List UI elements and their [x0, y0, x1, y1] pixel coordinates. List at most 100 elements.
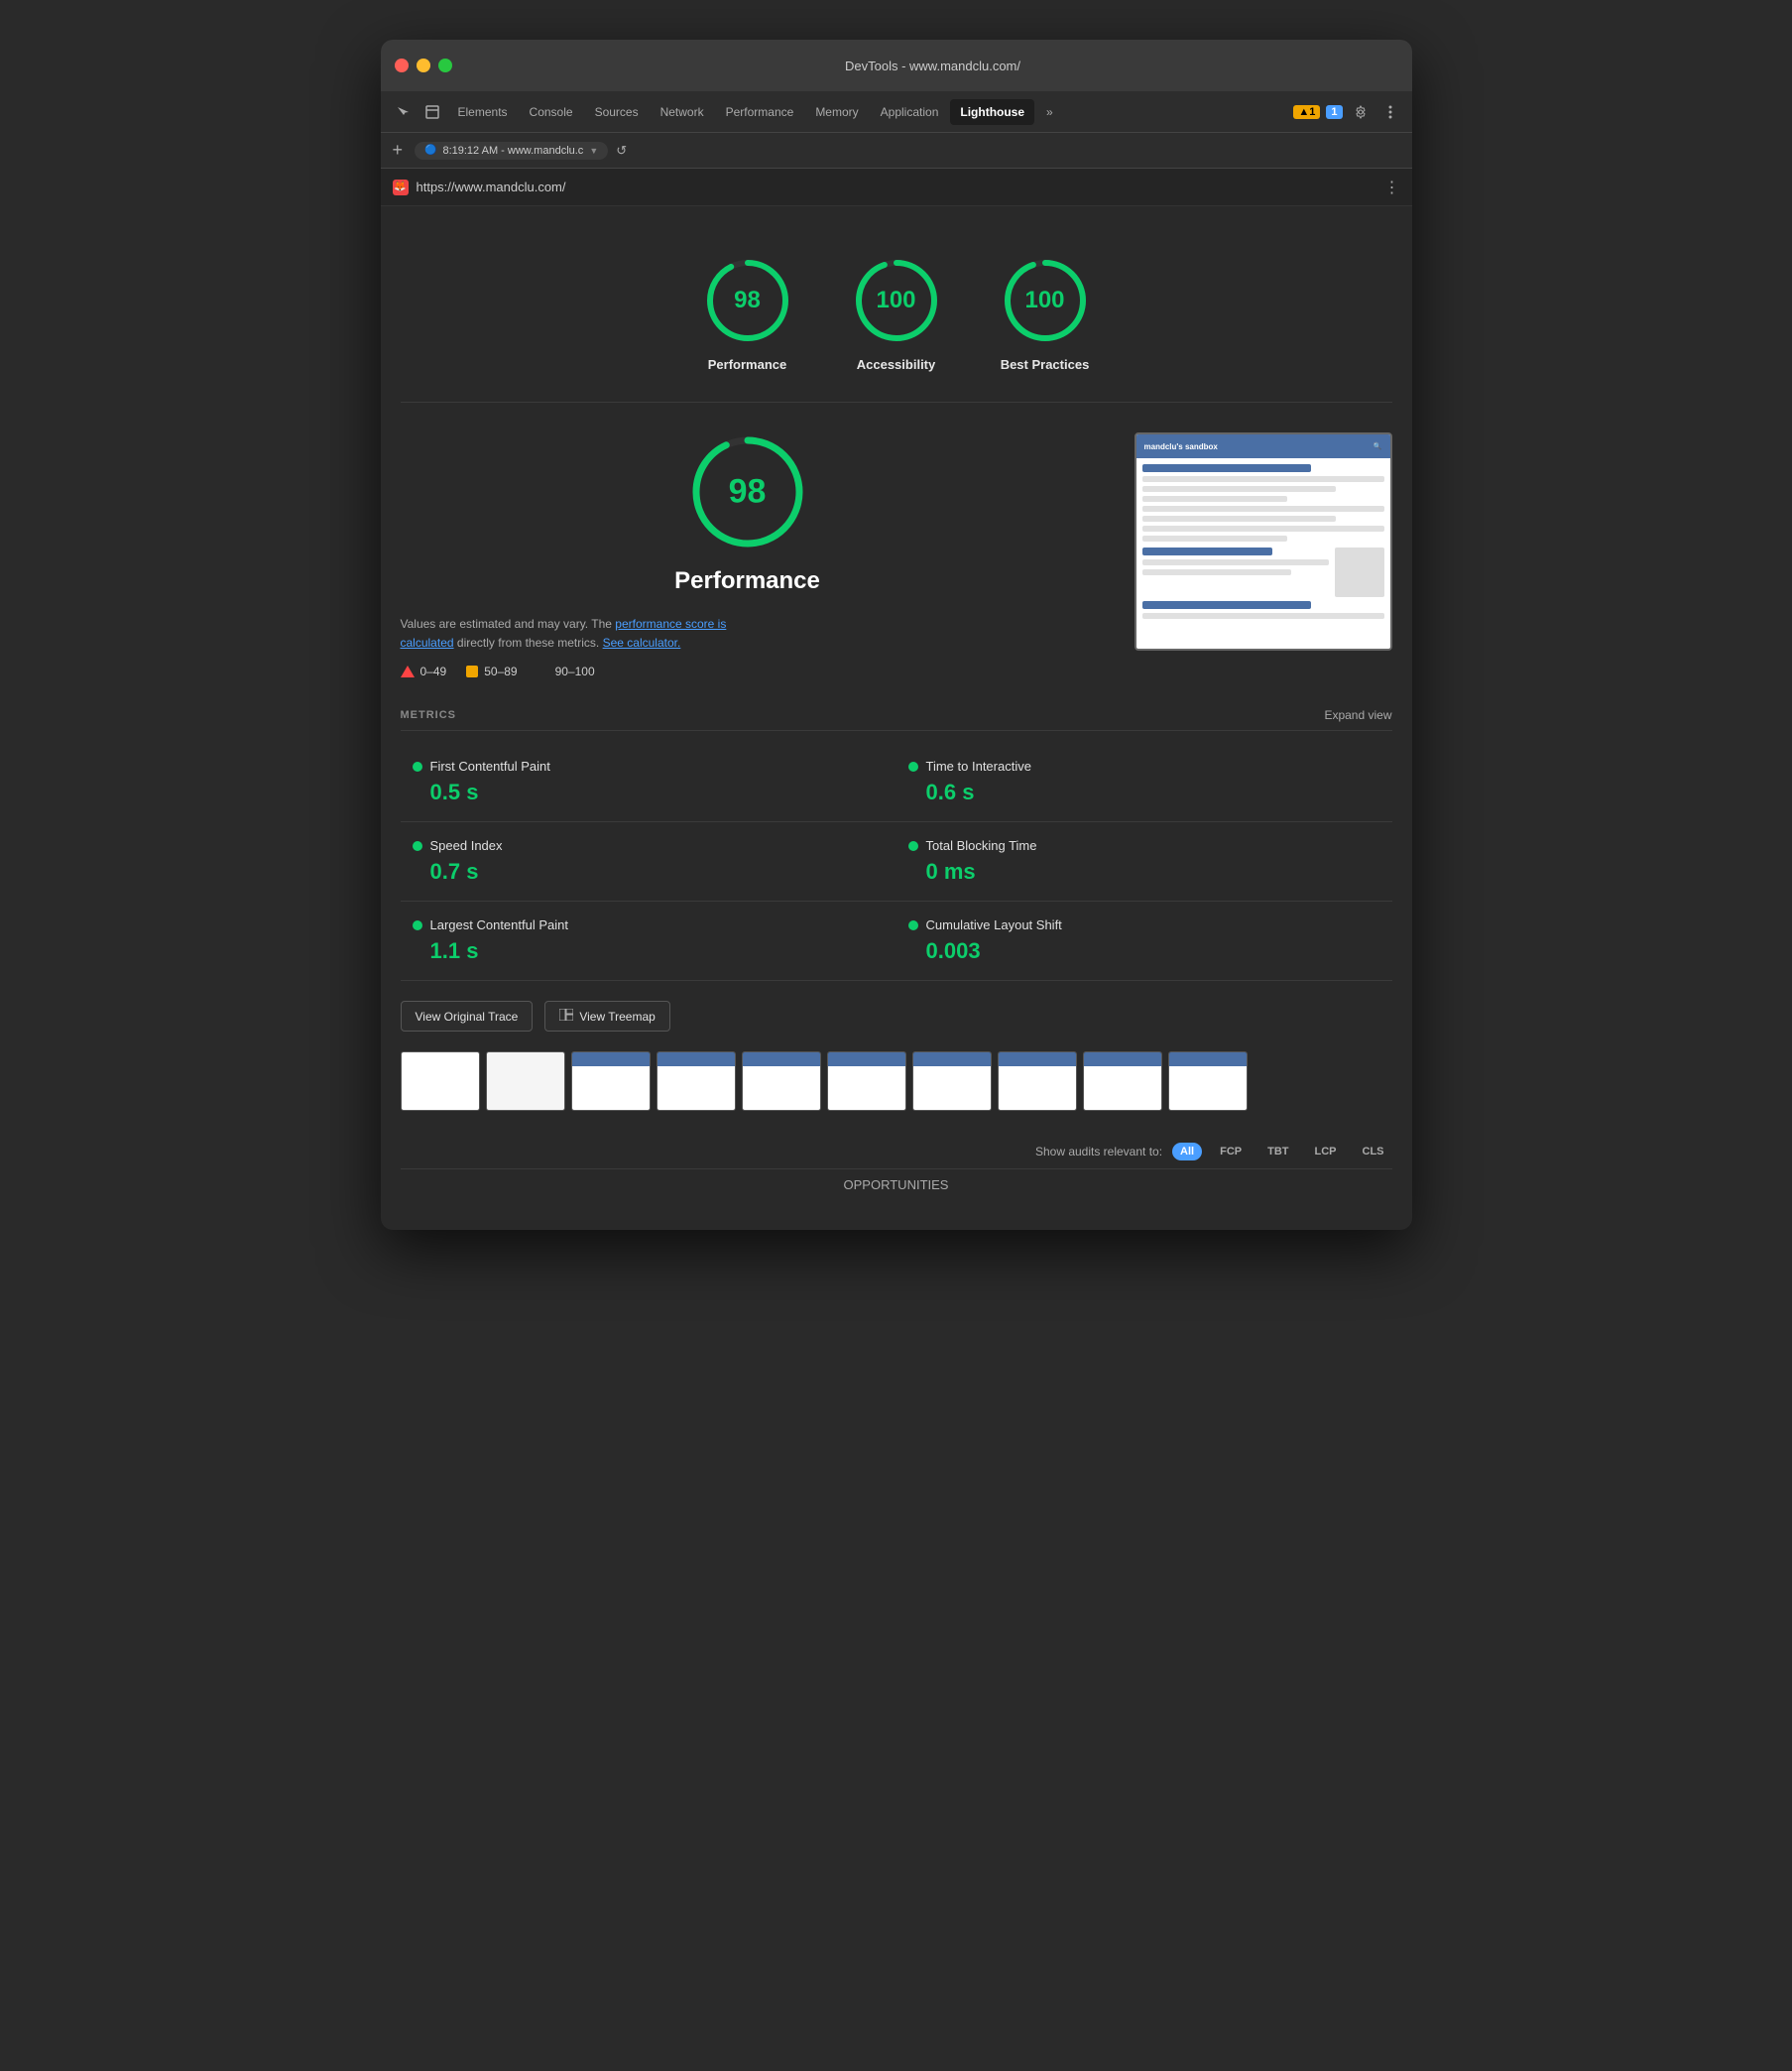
mockup-article-line1 [1142, 559, 1329, 565]
performance-description: Values are estimated and may vary. The p… [401, 615, 758, 653]
large-score-circle: 98 [688, 432, 807, 551]
dock-icon[interactable] [418, 98, 446, 126]
perf-desc-mid: directly from these metrics. [457, 636, 599, 650]
metric-si-dot [413, 841, 422, 851]
more-options-icon[interactable] [1376, 98, 1404, 126]
score-label-performance: Performance [708, 357, 786, 372]
metric-tbt: Total Blocking Time 0 ms [896, 822, 1392, 902]
tab-sources[interactable]: Sources [585, 99, 649, 125]
score-number-performance: 98 [734, 287, 761, 314]
scores-section: 98 Performance 100 Accessibility [401, 236, 1392, 403]
metric-tbt-name-row: Total Blocking Time [908, 838, 1380, 853]
tab-application[interactable]: Application [871, 99, 949, 125]
reload-button[interactable]: ↺ [616, 143, 627, 159]
view-trace-button[interactable]: View Original Trace [401, 1001, 534, 1032]
metric-si: Speed Index 0.7 s [401, 822, 896, 902]
perf-calculator-link[interactable]: See calculator. [603, 636, 681, 650]
score-item-performance: 98 Performance [703, 256, 792, 372]
metrics-header: METRICS Expand view [401, 708, 1392, 731]
audit-filter-label: Show audits relevant to: [1035, 1145, 1162, 1158]
metric-tti-label: Time to Interactive [926, 759, 1031, 774]
legend-fail-range: 0–49 [420, 665, 447, 678]
legend-item-fail: 0–49 [401, 665, 447, 678]
metric-tbt-dot [908, 841, 918, 851]
new-tab-button[interactable]: + [389, 140, 408, 161]
pass-icon [538, 666, 549, 677]
tab-network[interactable]: Network [651, 99, 714, 125]
filmstrip-frame-9 [1083, 1051, 1162, 1111]
screenshot-preview: mandclu's sandbox 🔍 [1135, 432, 1392, 651]
metrics-title: METRICS [401, 709, 457, 721]
mockup-line-8 [1142, 536, 1287, 542]
metric-si-name-row: Speed Index [413, 838, 885, 853]
mockup-article2-line [1142, 613, 1384, 619]
metric-si-label: Speed Index [430, 838, 503, 853]
minimize-button[interactable] [417, 59, 430, 72]
score-circle-performance: 98 [703, 256, 792, 345]
mockup-line-6 [1142, 516, 1336, 522]
performance-large-circle-area: 98 Performance [401, 432, 1095, 595]
browser-tab[interactable]: 🔵 8:19:12 AM - www.mandclu.c ▼ [415, 142, 608, 160]
devtools-tab-bar: Elements Console Sources Network Perform… [381, 91, 1412, 133]
tab-favicon: 🔵 [424, 145, 436, 156]
treemap-icon [559, 1009, 573, 1024]
metric-tti-value: 0.6 s [908, 780, 1380, 805]
maximize-button[interactable] [438, 59, 452, 72]
filmstrip-frame-5 [742, 1051, 821, 1111]
metric-cls-dot [908, 920, 918, 930]
score-item-accessibility: 100 Accessibility [852, 256, 941, 372]
metric-lcp-label: Largest Contentful Paint [430, 917, 568, 932]
metric-tti-dot [908, 762, 918, 772]
tab-memory[interactable]: Memory [805, 99, 868, 125]
score-circle-best-practices: 100 [1001, 256, 1090, 345]
tab-elements[interactable]: Elements [448, 99, 518, 125]
filmstrip-frame-1 [401, 1051, 480, 1111]
filmstrip-frame-7 [912, 1051, 992, 1111]
opportunities-label: OPPORTUNITIES [844, 1177, 949, 1192]
score-label-accessibility: Accessibility [857, 357, 936, 372]
close-button[interactable] [395, 59, 409, 72]
filter-tbt-button[interactable]: TBT [1259, 1143, 1296, 1160]
metric-fcp-value: 0.5 s [413, 780, 885, 805]
tab-lighthouse[interactable]: Lighthouse [950, 99, 1034, 125]
performance-title: Performance [674, 567, 820, 595]
mockup-header: mandclu's sandbox 🔍 [1136, 434, 1390, 458]
tab-dropdown-icon[interactable]: ▼ [589, 146, 598, 156]
url-bar: 🦊 https://www.mandclu.com/ ⋮ [381, 169, 1412, 206]
score-item-best-practices: 100 Best Practices [1001, 256, 1090, 372]
more-tabs-button[interactable]: » [1036, 99, 1063, 125]
metric-fcp-dot [413, 762, 422, 772]
metric-lcp-name-row: Largest Contentful Paint [413, 917, 885, 932]
filter-cls-button[interactable]: CLS [1355, 1143, 1392, 1160]
settings-icon[interactable] [1347, 98, 1374, 126]
filter-lcp-button[interactable]: LCP [1307, 1143, 1345, 1160]
mockup-line-1 [1142, 464, 1312, 472]
filter-fcp-button[interactable]: FCP [1212, 1143, 1250, 1160]
expand-view-button[interactable]: Expand view [1324, 708, 1391, 722]
audit-filter: Show audits relevant to: All FCP TBT LCP… [401, 1135, 1392, 1168]
url-more-icon[interactable]: ⋮ [1384, 178, 1400, 197]
metric-tti: Time to Interactive 0.6 s [896, 743, 1392, 822]
performance-detail-left: 98 Performance Values are estimated and … [401, 432, 1095, 678]
legend-item-average: 50–89 [466, 665, 517, 678]
warning-badge: ▲1 [1293, 105, 1320, 119]
metric-fcp-label: First Contentful Paint [430, 759, 550, 774]
cursor-icon[interactable] [389, 98, 417, 126]
filmstrip-frame-10 [1168, 1051, 1248, 1111]
perf-desc-text: Values are estimated and may vary. The [401, 617, 612, 631]
tab-console[interactable]: Console [520, 99, 583, 125]
metric-cls-name-row: Cumulative Layout Shift [908, 917, 1380, 932]
metric-tbt-value: 0 ms [908, 859, 1380, 885]
metric-tti-name-row: Time to Interactive [908, 759, 1380, 774]
view-treemap-button[interactable]: View Treemap [544, 1001, 669, 1032]
metric-cls: Cumulative Layout Shift 0.003 [896, 902, 1392, 981]
tab-performance[interactable]: Performance [716, 99, 804, 125]
mockup-article2-title [1142, 601, 1312, 609]
mockup-line-5 [1142, 506, 1384, 512]
url-display[interactable]: https://www.mandclu.com/ [417, 180, 1384, 194]
filter-all-button[interactable]: All [1172, 1143, 1202, 1160]
filmstrip-frame-4 [657, 1051, 736, 1111]
mockup-line-3 [1142, 486, 1336, 492]
mockup-article-title [1142, 548, 1273, 555]
filmstrip-frame-6 [827, 1051, 906, 1111]
